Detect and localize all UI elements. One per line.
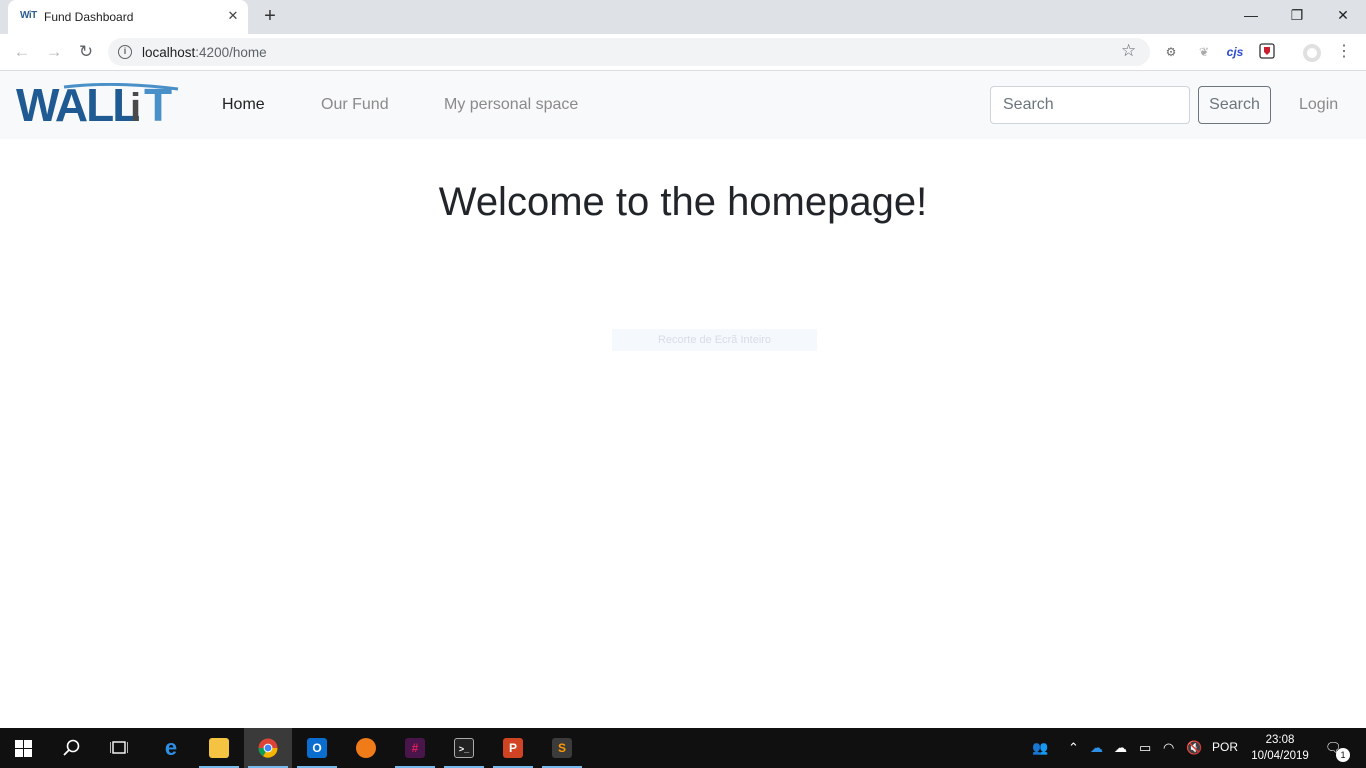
login-link[interactable]: Login xyxy=(1299,96,1338,114)
terminal-icon[interactable]: >_ xyxy=(440,728,488,768)
task-view-icon[interactable] xyxy=(96,728,144,768)
address-bar[interactable]: i localhost:4200/home ☆ xyxy=(108,38,1150,66)
orange-app-icon[interactable] xyxy=(342,728,390,768)
new-tab-icon[interactable]: + xyxy=(259,6,281,28)
nav-home[interactable]: Home xyxy=(222,96,265,114)
restore-icon[interactable]: ❐ xyxy=(1274,0,1320,30)
menu-kebab-icon[interactable]: ⋮ xyxy=(1336,43,1352,61)
powerpoint-icon[interactable]: P xyxy=(489,728,537,768)
wifi-icon[interactable]: ◠ xyxy=(1163,740,1174,756)
brand-logo[interactable]: WALL i T xyxy=(16,79,180,131)
clock-date: 10/04/2019 xyxy=(1251,750,1309,762)
notification-count-badge: 1 xyxy=(1336,748,1350,762)
svg-text:WALL: WALL xyxy=(16,83,139,127)
cloud-icon[interactable]: ☁ xyxy=(1114,740,1127,756)
info-icon[interactable]: i xyxy=(118,45,132,59)
page-title: Welcome to the homepage! xyxy=(438,180,928,224)
people-icon[interactable]: 👥 xyxy=(1032,740,1048,756)
svg-text:i: i xyxy=(130,86,141,127)
minimize-icon[interactable]: — xyxy=(1228,0,1274,30)
battery-icon[interactable]: ▭ xyxy=(1139,740,1151,756)
search-taskbar-icon[interactable] xyxy=(48,728,96,768)
volume-muted-icon[interactable]: 🔇 xyxy=(1186,740,1202,756)
close-window-icon[interactable]: ✕ xyxy=(1320,0,1366,30)
start-icon[interactable] xyxy=(0,728,48,768)
tab-strip: WiT Fund Dashboard ✕ + — ❐ ✕ xyxy=(0,0,1366,34)
search-button[interactable]: Search xyxy=(1198,86,1271,124)
forward-icon[interactable]: → xyxy=(42,40,66,64)
ghost-tooltip: Recorte de Ecrã Inteiro xyxy=(612,329,817,351)
language-indicator[interactable]: POR xyxy=(1212,740,1238,754)
url-text[interactable]: localhost:4200/home xyxy=(142,45,267,60)
onedrive-icon[interactable]: ☁ xyxy=(1090,740,1103,756)
favicon: WiT xyxy=(20,10,37,21)
back-icon[interactable]: ← xyxy=(10,40,34,64)
file-explorer-icon[interactable] xyxy=(195,728,243,768)
chrome-icon[interactable] xyxy=(244,728,292,768)
browser-tab[interactable]: WiT Fund Dashboard ✕ xyxy=(8,0,248,34)
taskbar: e O # >_ P S 👥 ⌃ ☁ ☁ ▭ ◠ 🔇 POR 23:08 10/… xyxy=(0,728,1366,768)
reload-icon[interactable]: ↻ xyxy=(74,40,98,64)
bookmark-star-icon[interactable]: ☆ xyxy=(1121,41,1136,61)
clock-time: 23:08 xyxy=(1265,734,1295,746)
clock[interactable]: 23:08 10/04/2019 xyxy=(1240,732,1320,764)
slack-icon[interactable]: # xyxy=(391,728,439,768)
shield-icon[interactable] xyxy=(1258,43,1276,61)
tab-title: Fund Dashboard xyxy=(44,10,134,24)
edge-icon[interactable]: e xyxy=(147,728,195,768)
cjs-extension-icon[interactable]: cjs xyxy=(1224,43,1246,61)
search-input[interactable] xyxy=(990,86,1190,124)
leaf-icon[interactable]: ❦ xyxy=(1195,43,1213,61)
nav-personal-space[interactable]: My personal space xyxy=(444,96,578,114)
app-navbar: WALL i T Home Our Fund My personal space… xyxy=(0,71,1366,139)
svg-text:T: T xyxy=(144,83,172,127)
profile-avatar-icon[interactable] xyxy=(1301,43,1323,62)
puzzle-gear-icon[interactable]: ⚙ xyxy=(1162,43,1180,61)
chevron-up-icon[interactable]: ⌃ xyxy=(1068,740,1079,756)
sublime-text-icon[interactable]: S xyxy=(538,728,586,768)
close-tab-icon[interactable]: ✕ xyxy=(225,8,241,24)
outlook-icon[interactable]: O xyxy=(293,728,341,768)
nav-our-fund[interactable]: Our Fund xyxy=(321,96,389,114)
